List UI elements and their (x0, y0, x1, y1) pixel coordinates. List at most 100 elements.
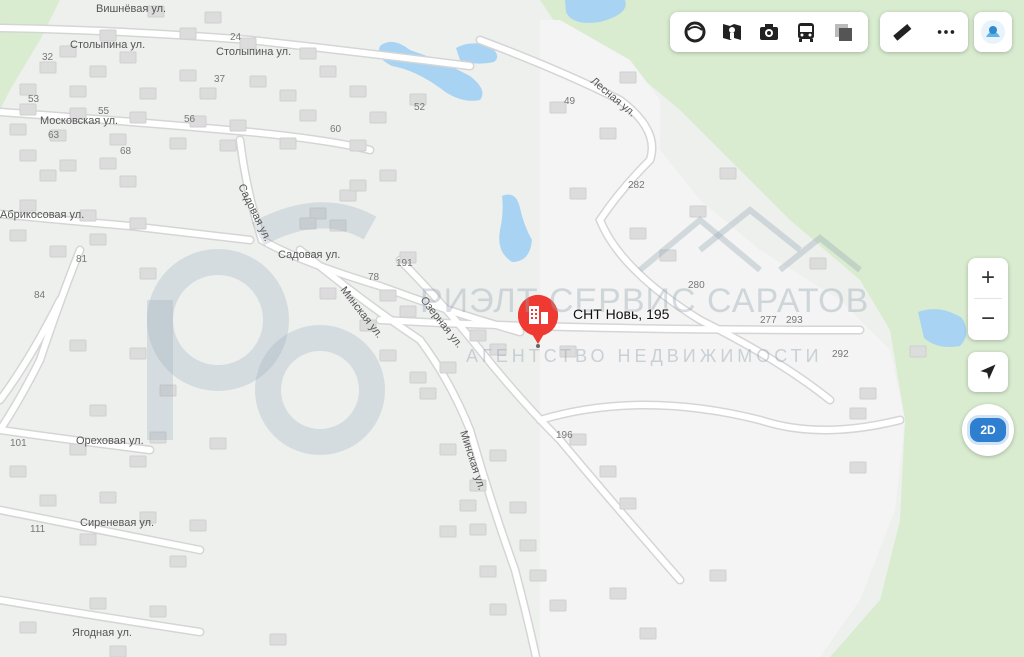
building (299, 47, 317, 60)
building (469, 523, 487, 536)
building (319, 65, 337, 78)
building (469, 329, 487, 342)
building (149, 605, 167, 618)
building (439, 525, 457, 538)
building (119, 175, 137, 188)
building (39, 494, 57, 507)
avatar[interactable] (974, 12, 1012, 52)
house-number: 292 (832, 349, 849, 360)
building (129, 217, 147, 230)
mode-2d-label: 2D (967, 415, 1009, 445)
transport-icon[interactable] (791, 17, 821, 47)
building (809, 257, 827, 270)
house-number: 196 (556, 430, 573, 441)
building (109, 645, 127, 657)
building (129, 111, 147, 124)
pin-label[interactable]: СНТ Новь, 195 (573, 306, 669, 322)
building (689, 205, 707, 218)
building (169, 555, 187, 568)
building (859, 387, 877, 400)
house-number: 24 (230, 32, 242, 43)
building (399, 305, 417, 318)
house-number: 32 (42, 52, 54, 63)
building (19, 149, 37, 162)
layers-icon[interactable] (680, 17, 710, 47)
building (209, 437, 227, 450)
watermark-subtitle: АГЕНТСТВО НЕДВИЖИМОСТИ (466, 346, 823, 366)
building (199, 87, 217, 100)
building (89, 404, 107, 417)
building (89, 233, 107, 246)
ruler-icon[interactable] (887, 17, 917, 47)
house-number: 191 (396, 258, 413, 269)
building (69, 85, 87, 98)
house-number: 63 (48, 130, 60, 141)
building (409, 371, 427, 384)
building (9, 465, 27, 478)
building (169, 137, 187, 150)
house-number: 37 (214, 74, 226, 85)
building (69, 339, 87, 352)
building (139, 267, 157, 280)
building (509, 501, 527, 514)
building (89, 65, 107, 78)
building (189, 519, 207, 532)
house-number: 84 (34, 290, 46, 301)
building (9, 123, 27, 136)
zoom-in-button[interactable]: + (968, 258, 1008, 298)
building (279, 89, 297, 102)
building (619, 71, 637, 84)
house-number: 53 (28, 94, 40, 105)
house-number: 55 (98, 106, 110, 117)
building (59, 159, 77, 172)
building (349, 139, 367, 152)
building (709, 569, 727, 582)
house-number: 81 (76, 254, 88, 265)
building (279, 137, 297, 150)
building (139, 87, 157, 100)
navigation-arrow-icon (980, 364, 996, 380)
building (49, 245, 67, 258)
building (19, 103, 37, 116)
building (249, 75, 267, 88)
building (379, 169, 397, 182)
building (369, 111, 387, 124)
zoom-out-button[interactable]: − (968, 299, 1008, 339)
building (639, 627, 657, 640)
building (439, 443, 457, 456)
house-number: 49 (564, 96, 576, 107)
building (9, 229, 27, 242)
street-label: Вишнёвая ул. (96, 3, 166, 15)
photo-icon[interactable] (754, 17, 784, 47)
panorama-icon[interactable] (717, 17, 747, 47)
building (269, 633, 287, 646)
building (79, 533, 97, 546)
building (379, 289, 397, 302)
building (719, 167, 737, 180)
building (599, 465, 617, 478)
street-label: Столыпина ул. (216, 46, 291, 58)
building (39, 61, 57, 74)
building (849, 461, 867, 474)
building (489, 603, 507, 616)
house-number: 56 (184, 114, 196, 125)
building (89, 597, 107, 610)
building (529, 569, 547, 582)
street-label: Абрикосовая ул. (0, 209, 84, 221)
building (909, 345, 927, 358)
locate-button[interactable] (968, 352, 1008, 392)
building (339, 189, 357, 202)
building (439, 361, 457, 374)
map-toolbar-extra (880, 12, 968, 52)
map-canvas[interactable]: Вишнёвая ул.Столыпина ул.Столыпина ул.Мо… (0, 0, 1024, 657)
view-mode-button[interactable]: 2D (962, 404, 1014, 456)
street-label: Садовая ул. (278, 249, 340, 261)
building (179, 69, 197, 82)
building (99, 157, 117, 170)
building (549, 599, 567, 612)
more-icon[interactable] (931, 17, 961, 47)
layers-square-icon[interactable] (828, 17, 858, 47)
building (569, 187, 587, 200)
street-label: Сиреневая ул. (80, 517, 154, 529)
building (219, 139, 237, 152)
